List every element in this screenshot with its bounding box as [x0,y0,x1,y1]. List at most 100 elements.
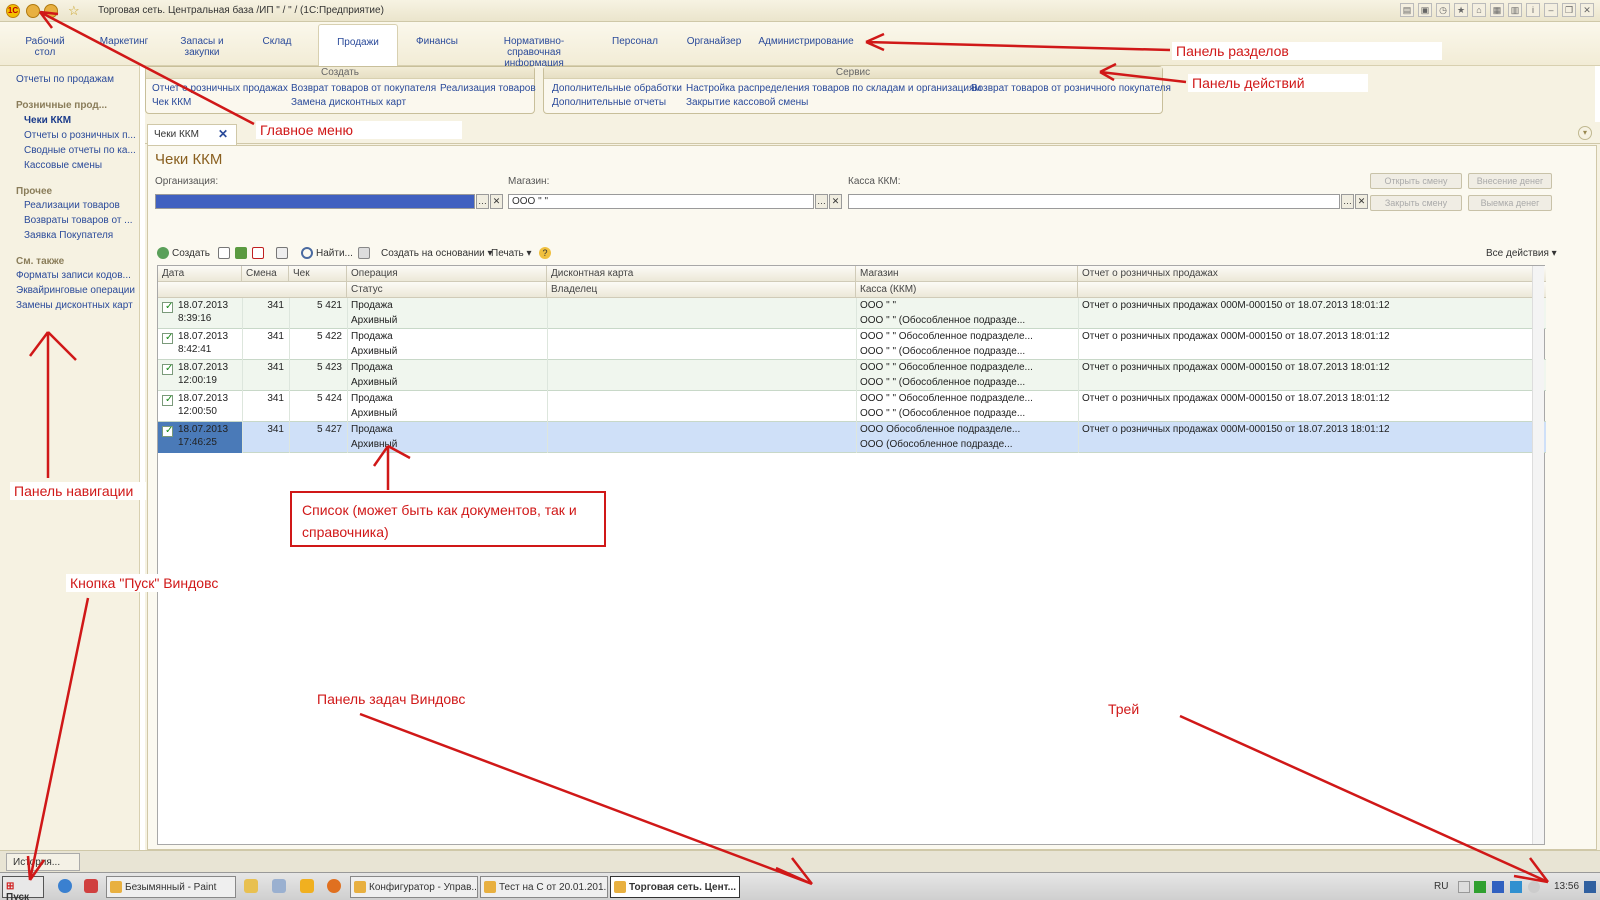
history-icon[interactable]: ◷ [1436,3,1450,17]
nav-group-retail[interactable]: Розничные прод... [16,100,107,111]
col-date[interactable]: Дата [158,266,242,282]
main-menu-icon[interactable] [44,4,58,18]
section-reference-info[interactable]: Нормативно-справочная информация [478,36,590,69]
calendar-icon[interactable]: ▥ [1508,3,1522,17]
open-shift-button[interactable]: Открыть смену [1370,173,1462,189]
table-row[interactable]: 18.07.2013 17:46:25 341 5 427 Продажа Архивны… [158,422,1546,453]
info-icon[interactable]: i [1526,3,1540,17]
nav-item-summary-reports[interactable]: Сводные отчеты по ка... [24,145,136,156]
section-finance[interactable]: Финансы [412,36,462,47]
all-actions-button[interactable]: Все действия ▾ [1486,248,1557,259]
notepad-icon[interactable] [272,879,286,893]
kkm-clear-button[interactable]: ✕ [1355,194,1368,209]
nav-item-code-formats[interactable]: Форматы записи кодов... [16,270,131,281]
search-icon[interactable] [301,247,313,259]
store-clear-button[interactable]: ✕ [829,194,842,209]
action-return-from-buyer[interactable]: Возврат товаров от покупателя [291,83,436,94]
kkm-field[interactable] [848,194,1340,209]
org-clear-button[interactable]: ✕ [490,194,503,209]
action-retail-return[interactable]: Возврат товаров от розничного покупателя [971,83,1171,94]
close-tab-icon[interactable]: ✕ [218,127,228,141]
create-button[interactable]: Создать [172,248,210,259]
tray-lang[interactable]: RU [1434,881,1448,892]
nav-item-retail-reports[interactable]: Отчеты о розничных п... [24,130,136,141]
tab-kkm-checks[interactable]: Чеки ККМ ✕ [147,124,237,145]
save-icon[interactable]: ▣ [1418,3,1432,17]
col-status[interactable]: Статус [347,282,547,298]
delete-mark-icon[interactable] [252,247,264,259]
quicklaunch-app-icon[interactable] [84,879,98,893]
action-extra-processing[interactable]: Дополнительные обработки [552,83,682,94]
table-row[interactable]: 18.07.2013 12:00:50 341 5 424 Продажа Архивны… [158,391,1546,422]
find-button[interactable]: Найти... [316,248,353,259]
section-marketing[interactable]: Маркетинг [98,36,150,47]
col-kkm[interactable]: Касса (ККМ) [856,282,1078,298]
favorites-star-icon[interactable]: ☆ [68,3,80,19]
show-desktop-icon[interactable] [1584,881,1596,893]
minimize-main-icon[interactable] [26,4,40,18]
nav-item-kkm-checks[interactable]: Чеки ККМ [24,115,71,126]
section-administration[interactable]: Администрирование [756,36,856,47]
minimize-icon[interactable]: – [1544,3,1558,17]
print-icon[interactable]: ▤ [1400,3,1414,17]
col-discount-card[interactable]: Дисконтная карта [547,266,856,282]
col-check[interactable]: Чек [289,266,347,282]
store-select-button[interactable]: … [815,194,828,209]
nav-sales-reports[interactable]: Отчеты по продажам [16,74,114,85]
calc-icon[interactable]: ▦ [1490,3,1504,17]
tray-lang-icon[interactable] [1492,881,1504,893]
nav-item-card-replacements[interactable]: Замены дисконтных карт [16,300,133,311]
task-paint[interactable]: Безымянный - Paint [106,876,236,898]
section-desktop[interactable]: Рабочий стол [24,36,66,58]
print-button[interactable]: Печать ▾ [491,248,532,259]
section-personnel[interactable]: Персонал [610,36,660,47]
documents-table[interactable]: Дата Смена Чек Операция Дисконтная карта… [157,265,1546,845]
action-card-replacement[interactable]: Замена дисконтных карт [291,97,406,108]
star-icon[interactable]: ★ [1454,3,1468,17]
vertical-scrollbar[interactable] [1532,266,1544,844]
nav-item-customer-order[interactable]: Заявка Покупателя [24,230,113,241]
ie-icon[interactable] [58,879,72,893]
store-field[interactable]: ООО " " [508,194,814,209]
close-shift-button[interactable]: Закрыть смену [1370,195,1462,211]
nav-group-other[interactable]: Прочее [16,186,52,197]
tray-clock[interactable]: 13:56 [1554,881,1579,892]
history-button[interactable]: История... [6,853,80,871]
action-extra-reports[interactable]: Дополнительные отчеты [552,97,666,108]
table-row[interactable]: 18.07.2013 8:42:41 341 5 422 Продажа Архивный… [158,329,1546,360]
action-goods-sale[interactable]: Реализация товаров [440,83,536,94]
action-close-cash-shift[interactable]: Закрытие кассовой смены [686,97,808,108]
col-store[interactable]: Магазин [856,266,1078,282]
section-stock-purchases[interactable]: Запасы и закупки [176,36,228,58]
section-warehouse[interactable]: Склад [262,36,292,47]
col-operation[interactable]: Операция [347,266,547,282]
folder-icon[interactable] [244,879,258,893]
action-distribution-setup[interactable]: Настройка распределения товаров по склад… [686,83,981,94]
task-test[interactable]: Тест на С от 20.01.201... [480,876,608,898]
task-trade-network[interactable]: Торговая сеть. Цент... [610,876,740,898]
nav-item-cash-shifts[interactable]: Кассовые смены [24,160,102,171]
post-icon[interactable] [276,247,288,259]
section-sales[interactable]: Продажи [318,24,398,66]
nav-item-acquiring[interactable]: Эквайринговые операции [16,285,135,296]
org-select-button[interactable]: … [476,194,489,209]
tray-volume-icon[interactable] [1528,881,1540,893]
app-logo-icon[interactable]: 1С [6,4,20,18]
help-icon[interactable]: ? [539,247,551,259]
close-icon[interactable]: ✕ [1580,3,1594,17]
col-report[interactable]: Отчет о розничных продажах [1078,266,1534,282]
firefox-icon[interactable] [327,879,341,893]
edit-pencil-icon[interactable] [235,247,247,259]
kkm-select-button[interactable]: … [1341,194,1354,209]
link-icon[interactable]: ⌂ [1472,3,1486,17]
tray-arrow-icon[interactable] [1458,881,1470,893]
create-icon[interactable] [157,247,169,259]
org-field[interactable] [155,194,475,209]
tray-outlook-icon[interactable] [1510,881,1522,893]
chevron-down-icon[interactable]: ▾ [1578,126,1592,140]
tray-shield-icon[interactable] [1474,881,1486,893]
deposit-money-button[interactable]: Внесение денег [1468,173,1552,189]
action-retail-report[interactable]: Отчет о розничных продажах [152,83,288,94]
col-shift[interactable]: Смена [242,266,289,282]
cancel-search-icon[interactable] [358,247,370,259]
